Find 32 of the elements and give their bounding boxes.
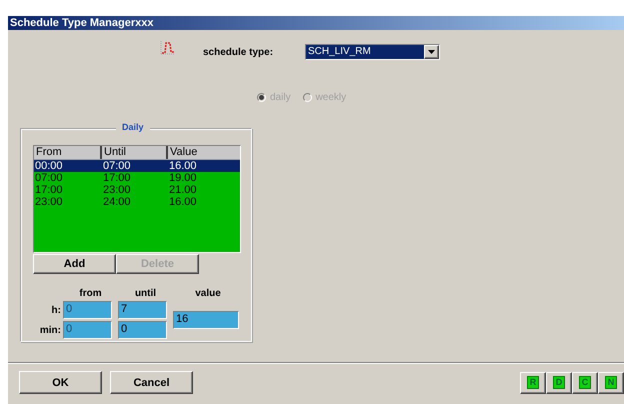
table-cell-text: 07:00	[34, 172, 64, 184]
column-header: From	[35, 146, 63, 159]
table-cell-text: 23:00	[102, 184, 132, 196]
table-cell-text: 16.00	[168, 196, 198, 208]
row-label: h:	[50, 304, 62, 316]
window-title: Schedule Type Managerxxx	[8, 16, 624, 30]
schedule-list[interactable]: From Until Value 00:00 07:00 16.00 07:00 17:00 19.00 17:00 23:00 21.00 23:00 24:00 16.00	[33, 145, 241, 253]
table-cell-text: 17:00	[34, 184, 64, 196]
field-label: until	[134, 288, 158, 298]
dropdown-arrow-icon	[428, 50, 435, 54]
table-cell-text: 07:00	[102, 160, 132, 172]
ok-button[interactable]: OK	[19, 371, 102, 394]
row-label: min:	[38, 324, 62, 336]
add-button[interactable]: Add	[33, 254, 116, 274]
table-cell-text: 00:00	[34, 160, 64, 172]
field-label: value	[194, 288, 222, 298]
input-field[interactable]: 0	[118, 321, 167, 339]
table-cell-text: 21.00	[168, 184, 198, 196]
table-cell-text: 16.00	[168, 160, 198, 172]
table-cell-text: 23:00	[34, 196, 64, 208]
table-cell-text: 19.00	[168, 172, 198, 184]
input-field[interactable]: 7	[118, 301, 167, 319]
schedule-type-label: schedule type:	[203, 46, 274, 58]
input-field[interactable]: 16	[173, 311, 239, 329]
selected-row[interactable]: 00:00 07:00 16.00	[34, 160, 240, 172]
field-label: from	[78, 288, 103, 298]
schedule-graph-icon	[160, 40, 176, 56]
table-cell-text: 17:00	[102, 172, 132, 184]
schedule-type-dropdown[interactable]: SCH_LIV_RM	[305, 44, 440, 60]
group-title: Daily	[116, 122, 150, 132]
cancel-button[interactable]: Cancel	[110, 371, 193, 394]
table-cell-text: 24:00	[102, 196, 132, 208]
